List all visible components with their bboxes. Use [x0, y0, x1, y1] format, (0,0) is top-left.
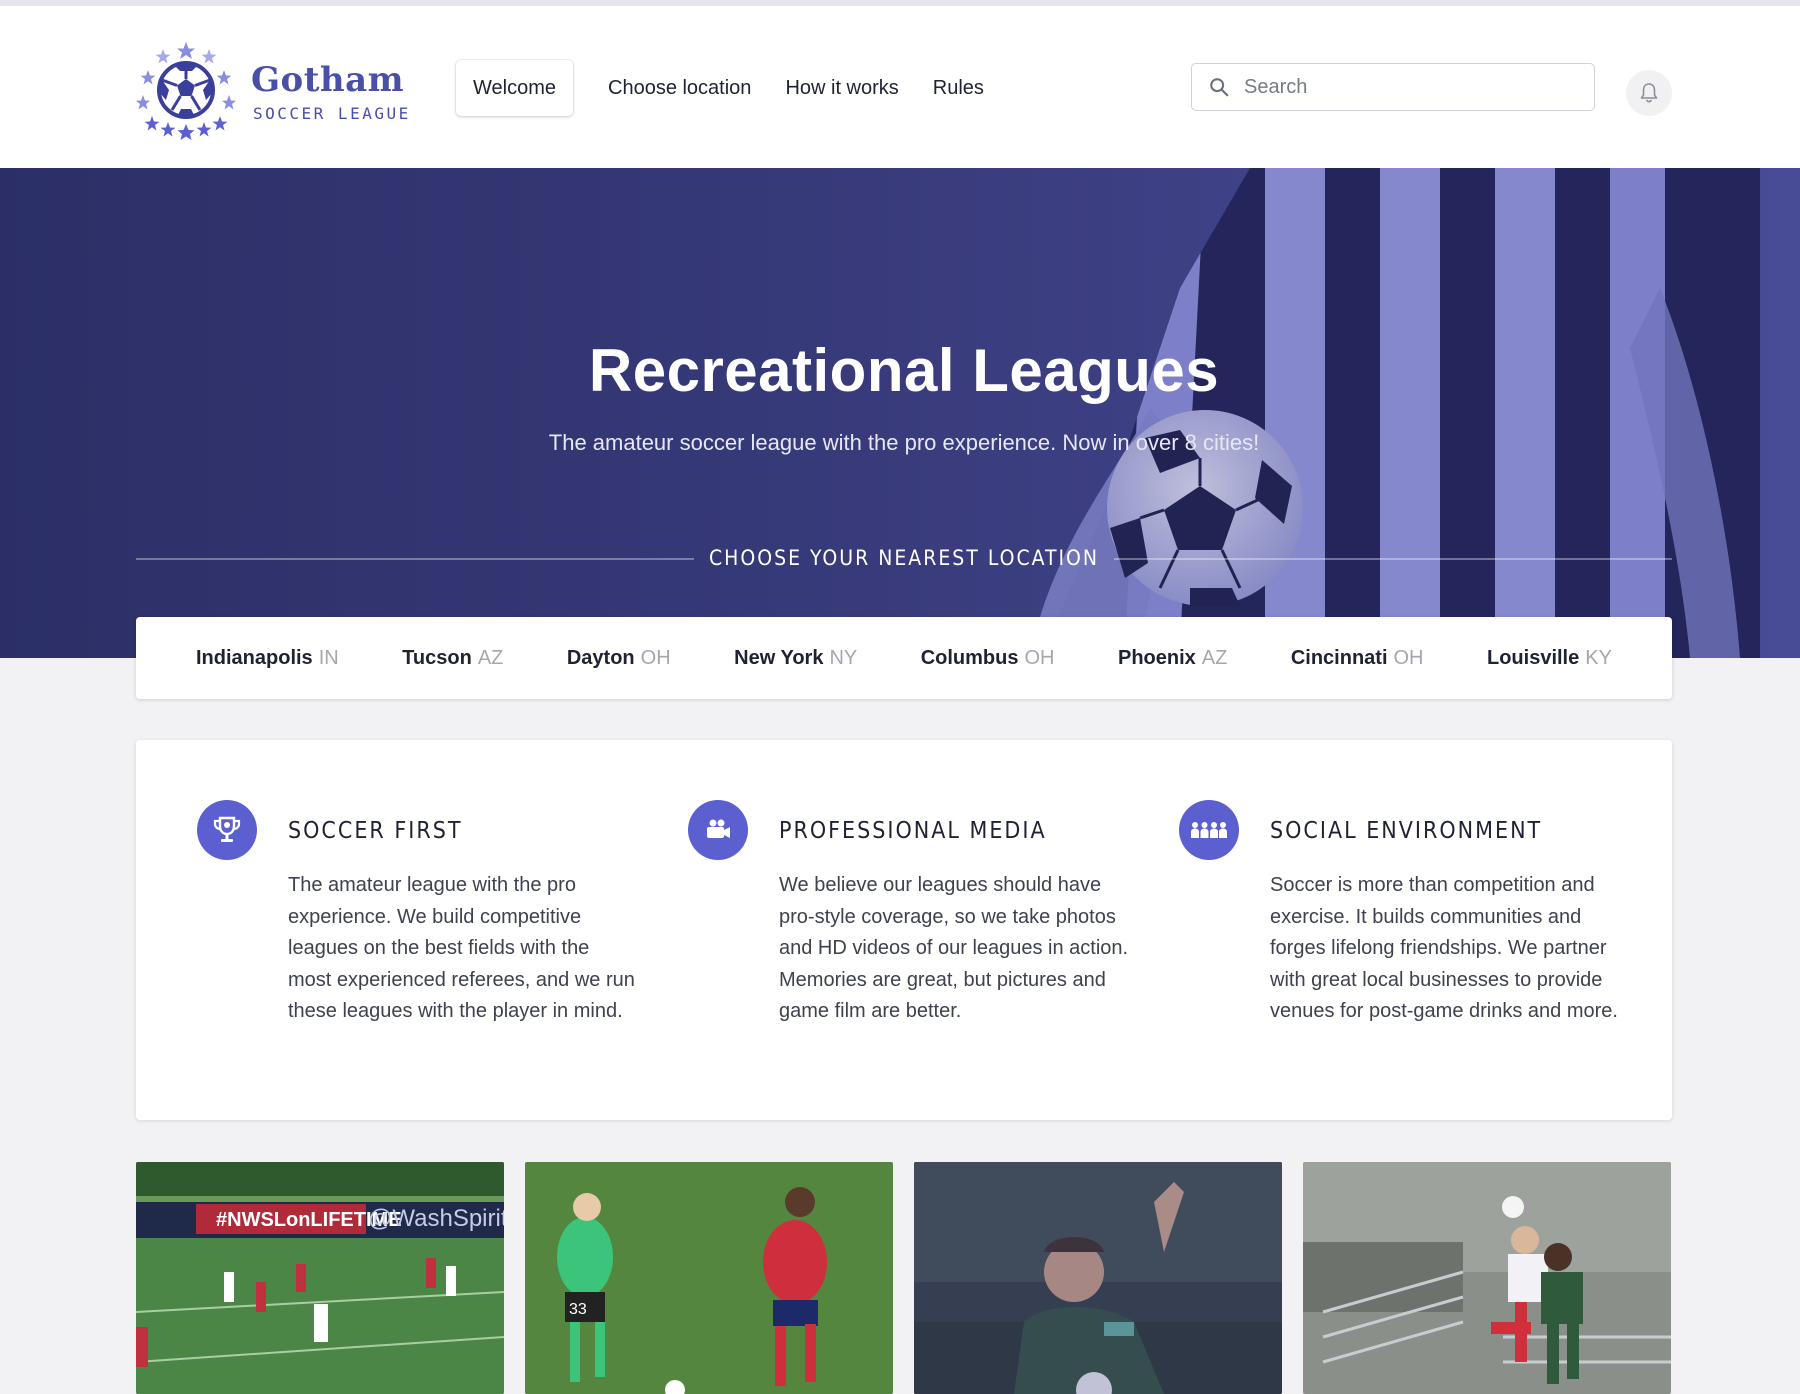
brand-name: Gotham [251, 60, 405, 100]
locations-bar: Indianapolis IN Tucson AZ Dayton OH New Yor… [136, 617, 1672, 699]
bell-icon [1640, 83, 1658, 103]
hero-title: Recreational Leagues [588, 337, 1220, 404]
nav-choose-location[interactable]: Choose location [591, 60, 768, 116]
main-nav: Welcome Choose location How it works Rul… [456, 60, 1001, 116]
location-tucson[interactable]: Tucson AZ [402, 647, 503, 670]
location-louisville[interactable]: Louisville KY [1487, 647, 1612, 670]
feature-title: PROFESSIONAL MEDIA [779, 818, 1047, 844]
notifications-button[interactable] [1626, 70, 1672, 116]
feature-title: SOCCER FIRST [288, 818, 463, 844]
hero-banner: Recreational Leagues The amateur soccer … [0, 168, 1800, 658]
location-cincinnati[interactable]: Cincinnati OH [1291, 647, 1424, 670]
logo[interactable]: Gotham SOCCER LEAGUE [136, 40, 408, 140]
divider-left [136, 558, 694, 560]
location-phoenix[interactable]: Phoenix AZ [1118, 647, 1227, 670]
location-indianapolis[interactable]: Indianapolis IN [196, 647, 339, 670]
nav-welcome[interactable]: Welcome [456, 60, 573, 116]
location-new-york[interactable]: New York NY [734, 647, 857, 670]
feature-text: Soccer is more than competition and exer… [1270, 874, 1618, 1022]
photo-card[interactable] [914, 1162, 1282, 1394]
search-box [1191, 63, 1595, 111]
feature-text: The amateur league with the pro experien… [288, 874, 635, 1022]
photo-card[interactable]: 33 [525, 1162, 893, 1394]
nav-rules[interactable]: Rules [916, 60, 1001, 116]
feature-title: SOCIAL ENVIRONMENT [1270, 818, 1543, 844]
soccer-match-photo: #NWSLonLIFETIME @WashSpirit [136, 1162, 504, 1394]
photo-card[interactable]: #NWSLonLIFETIME @WashSpirit [136, 1162, 504, 1394]
player-celebration-photo [914, 1162, 1282, 1394]
jersey-number: 33 [569, 1301, 587, 1318]
features-panel: SOCCER FIRST The amateur league with the… [136, 740, 1672, 1120]
people-group-icon [1179, 800, 1239, 860]
banner-text-spirit: @WashSpirit [368, 1205, 504, 1232]
site-header: Gotham SOCCER LEAGUE Welcome Choose loca… [0, 6, 1800, 168]
trophy-icon [197, 800, 257, 860]
divider-right [1114, 558, 1672, 560]
nav-how-it-works[interactable]: How it works [768, 60, 915, 116]
goalkeeper-photo: 33 [525, 1162, 893, 1394]
search-input[interactable] [1244, 75, 1564, 99]
choose-location-heading: CHOOSE YOUR NEAREST LOCATION [708, 546, 1100, 570]
header-challenge-photo [1303, 1162, 1671, 1394]
brand-tagline: SOCCER LEAGUE [253, 104, 411, 123]
location-columbus[interactable]: Columbus OH [921, 647, 1055, 670]
photo-card[interactable] [1303, 1162, 1671, 1394]
location-dayton[interactable]: Dayton OH [567, 647, 671, 670]
search-icon [1210, 78, 1229, 97]
hero-subtitle: The amateur soccer league with the pro e… [548, 430, 1260, 455]
hero-player-image [0, 168, 1800, 658]
video-camera-icon [688, 800, 748, 860]
soccer-ball-logo-icon [136, 42, 236, 140]
feature-text: We believe our leagues should have pro-s… [779, 874, 1129, 1022]
